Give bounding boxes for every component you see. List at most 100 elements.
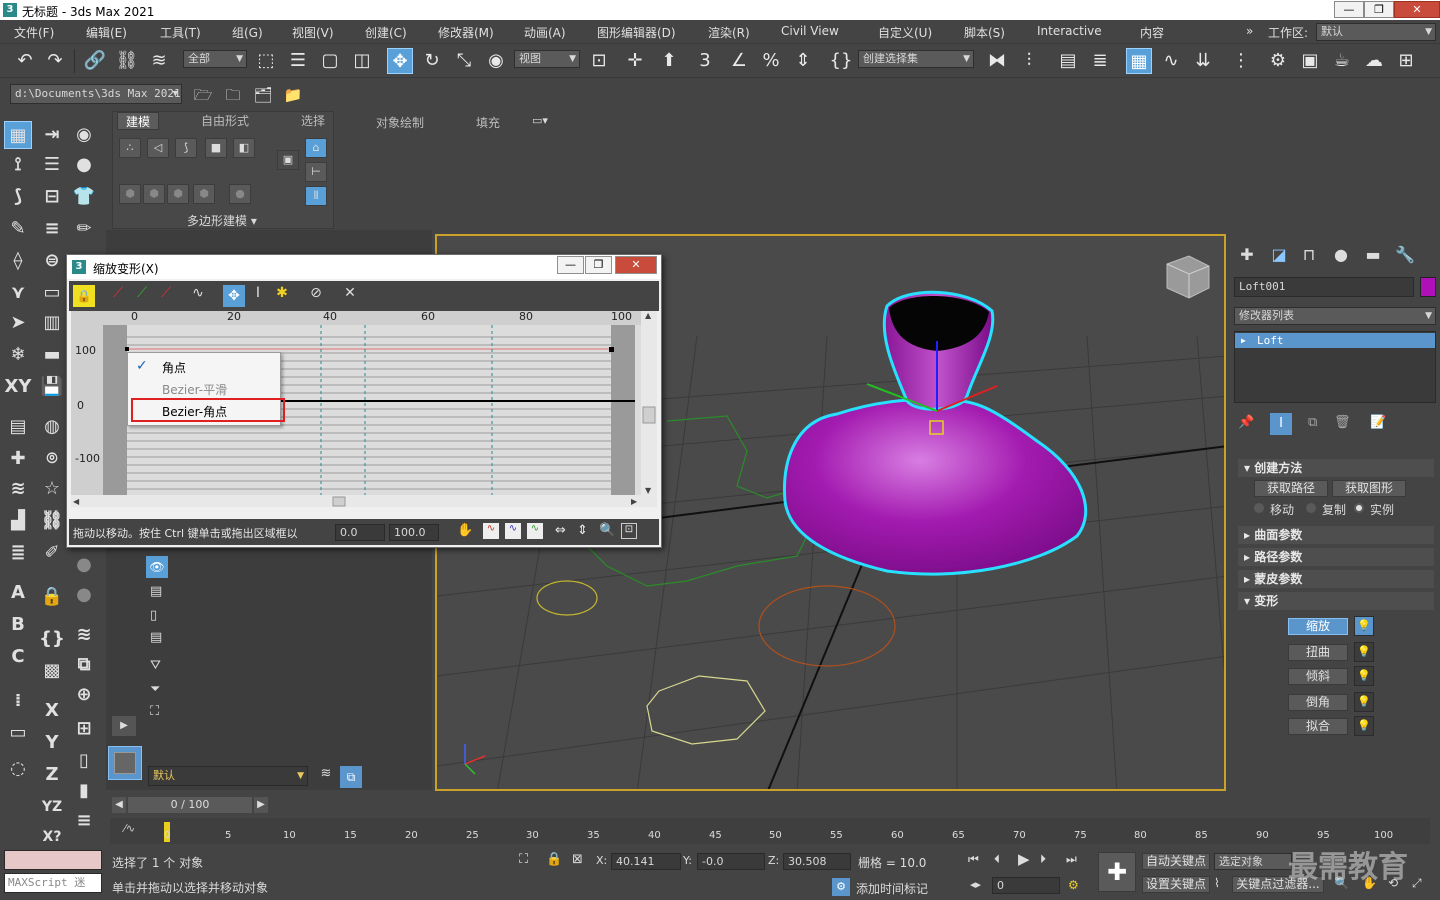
viewport-preview-icon[interactable] bbox=[108, 746, 142, 780]
bind-space-warp-icon[interactable]: ≋ bbox=[146, 48, 172, 74]
box-icon[interactable]: ⊟ bbox=[38, 183, 66, 211]
radio-instance[interactable] bbox=[1354, 503, 1364, 513]
align-icon[interactable]: ⫶ bbox=[1016, 48, 1042, 74]
render-setup-icon[interactable]: ⚙ bbox=[1265, 48, 1291, 74]
tab-modeling[interactable]: 建模 bbox=[117, 112, 160, 130]
add-time-tag-button[interactable]: 添加时间标记 bbox=[856, 880, 928, 897]
stack-layers-icon[interactable]: ≋ bbox=[4, 475, 32, 503]
show-end-icon[interactable]: ⊢ bbox=[305, 162, 327, 182]
project-path-dropdown[interactable]: d:\Documents\3ds Max 2021 ▼ bbox=[10, 84, 182, 104]
spinner-snap-icon[interactable]: ⇕ bbox=[790, 48, 816, 74]
display-x-axis-icon[interactable]: ⟋ bbox=[107, 285, 129, 307]
viewcube-icon[interactable] bbox=[1166, 255, 1210, 299]
chevron-double-right-icon[interactable]: » bbox=[1246, 24, 1253, 38]
toggle-layer-explorer-icon[interactable]: ≣ bbox=[1087, 48, 1113, 74]
tab-selection[interactable]: 选择 bbox=[301, 112, 325, 130]
ribbon-options-icon[interactable]: ▭▾ bbox=[532, 114, 548, 127]
render-production-icon[interactable]: ☕ bbox=[1329, 48, 1355, 74]
ruler-icon[interactable]: ▭ bbox=[4, 719, 32, 747]
select-and-move-icon[interactable]: ✥ bbox=[387, 48, 413, 74]
undo-icon[interactable]: ↶ bbox=[12, 48, 38, 74]
list-layers-icon[interactable]: ≡ bbox=[70, 807, 98, 835]
unlink-icon[interactable]: ⛓ bbox=[114, 48, 140, 74]
pencil-icon[interactable]: ✏ bbox=[70, 215, 98, 243]
time-slider[interactable]: ◀ 0 / 100 ▶ bbox=[110, 796, 1230, 816]
frame-icon[interactable]: ⛶ bbox=[150, 704, 159, 719]
create-tab-icon[interactable]: ✚ bbox=[1234, 242, 1260, 268]
braces-icon[interactable]: {} bbox=[38, 625, 66, 653]
expand-right-icon[interactable]: ▶ bbox=[112, 716, 136, 736]
paint-icon[interactable]: ● bbox=[70, 151, 98, 179]
modify-mode-icon[interactable]: ▣ bbox=[277, 150, 299, 170]
stack-icon[interactable]: ≋ bbox=[70, 621, 98, 649]
get-path-button[interactable]: 获取路径 bbox=[1254, 480, 1328, 497]
add-icon[interactable]: ✚ bbox=[4, 445, 32, 473]
menu-create[interactable]: 创建(C) bbox=[365, 24, 407, 41]
shrink-icon[interactable]: ⬢ bbox=[193, 184, 215, 204]
image-icon[interactable]: ▩ bbox=[38, 657, 66, 685]
filter-icon[interactable]: ⏷ bbox=[150, 682, 160, 697]
zoom-vertical-extents-icon[interactable]: ∿ bbox=[527, 523, 543, 539]
next-frame-icon[interactable]: ▶ bbox=[254, 797, 268, 813]
previous-key-icon[interactable]: ⏴ bbox=[994, 852, 1000, 867]
pan-icon[interactable]: ✋ bbox=[457, 523, 473, 538]
menu-item-bezier-smooth[interactable]: Bezier-平滑 bbox=[162, 381, 227, 398]
select-object-icon[interactable]: ⬚ bbox=[253, 48, 279, 74]
stack-item-loft[interactable]: ▶ Loft bbox=[1235, 333, 1435, 348]
fit-deform-button[interactable]: 拟合 bbox=[1288, 718, 1348, 735]
layer-stack-icon[interactable]: ≋ bbox=[316, 766, 336, 786]
value-field[interactable]: 100.0 bbox=[389, 524, 439, 541]
eye-icon[interactable]: 👁 bbox=[146, 556, 168, 578]
magnet-icon[interactable]: ⌾ bbox=[38, 445, 66, 473]
tab-object-paint[interactable]: 对象绘制 bbox=[376, 114, 424, 131]
bin-icon[interactable]: ▮ bbox=[70, 777, 98, 805]
rectangle-selection-icon[interactable]: ▢ bbox=[317, 48, 343, 74]
next-key-icon[interactable]: ⏵ bbox=[1040, 852, 1046, 867]
get-shape-button[interactable]: 获取图形 bbox=[1332, 480, 1406, 497]
scroll-left-icon[interactable]: ◀ bbox=[73, 497, 79, 506]
maxscript-listener-input[interactable] bbox=[4, 850, 102, 870]
material-editor-icon[interactable]: ⋮ bbox=[1228, 48, 1254, 74]
lock-aspect-icon[interactable]: 🔒 bbox=[73, 285, 95, 307]
modify-tab-icon[interactable]: ◪ bbox=[1266, 242, 1292, 268]
axis-y-icon[interactable]: Y bbox=[38, 729, 66, 757]
select-icon[interactable]: ▟ bbox=[4, 507, 32, 535]
edge-icon[interactable]: ◁ bbox=[147, 138, 169, 158]
time-tag-icon[interactable]: ⚙ bbox=[832, 878, 850, 896]
rollout-skin-params[interactable]: ▸ 蒙皮参数 bbox=[1238, 570, 1434, 588]
zoom-horizontal-extents-icon[interactable]: ∿ bbox=[505, 523, 521, 539]
scale-toggle-bulb-icon[interactable]: 💡 bbox=[1354, 616, 1374, 636]
scale-control-point-icon[interactable]: I bbox=[247, 285, 269, 307]
menu-tools[interactable]: 工具(T) bbox=[160, 24, 201, 41]
configure-icon[interactable]: ⫴ bbox=[305, 186, 327, 206]
key-target-dropdown[interactable]: 选定对象 bbox=[1214, 853, 1292, 870]
vertex-icon[interactable]: ∴ bbox=[119, 138, 141, 158]
link-icon[interactable]: 🔗 bbox=[82, 48, 108, 74]
circle-gray-icon[interactable]: ● bbox=[70, 581, 98, 609]
grow-icon[interactable]: ● bbox=[229, 184, 251, 204]
pin-stack-icon[interactable]: 📌 bbox=[1238, 415, 1254, 430]
render-iterative-icon[interactable]: ☁ bbox=[1361, 48, 1387, 74]
doc-icon[interactable]: ▯ bbox=[70, 747, 98, 775]
hierarchy-tab-icon[interactable]: ⊓ bbox=[1296, 242, 1322, 268]
constraint-icon[interactable]: ⟠ bbox=[4, 247, 32, 275]
shirt-icon[interactable]: 👕 bbox=[70, 183, 98, 211]
link-chain-icon[interactable]: ⛓ bbox=[38, 507, 66, 535]
select-and-rotate-icon[interactable]: ↻ bbox=[419, 48, 445, 74]
zoom-vertical-icon[interactable]: ⇕ bbox=[577, 523, 588, 538]
fit-toggle-bulb-icon[interactable]: 💡 bbox=[1354, 716, 1374, 736]
rollout-creation-method[interactable]: ▾ 创建方法 bbox=[1238, 459, 1434, 477]
pointer-icon[interactable]: ➤ bbox=[4, 309, 32, 337]
schematic-view-icon[interactable]: ⇊ bbox=[1190, 48, 1216, 74]
dialog-title-bar[interactable]: 3 缩放变形(X) — ❐ ✕ bbox=[67, 255, 661, 279]
percent-snap-icon[interactable]: % bbox=[758, 48, 784, 74]
dotted-circle-icon[interactable]: ◌ bbox=[4, 755, 32, 783]
maximize-viewport-icon[interactable]: ⤢ bbox=[1412, 876, 1422, 891]
tab-freeform[interactable]: 自由形式 bbox=[201, 112, 249, 130]
vertical-scrollbar-thumb[interactable] bbox=[642, 406, 656, 424]
pen-icon[interactable]: ✎ bbox=[4, 215, 32, 243]
list-icon[interactable]: ≡ bbox=[38, 215, 66, 243]
star-icon[interactable]: ☆ bbox=[38, 475, 66, 503]
menu-edit[interactable]: 编辑(E) bbox=[86, 24, 127, 41]
pivot-center-icon[interactable]: ⊡ bbox=[586, 48, 612, 74]
